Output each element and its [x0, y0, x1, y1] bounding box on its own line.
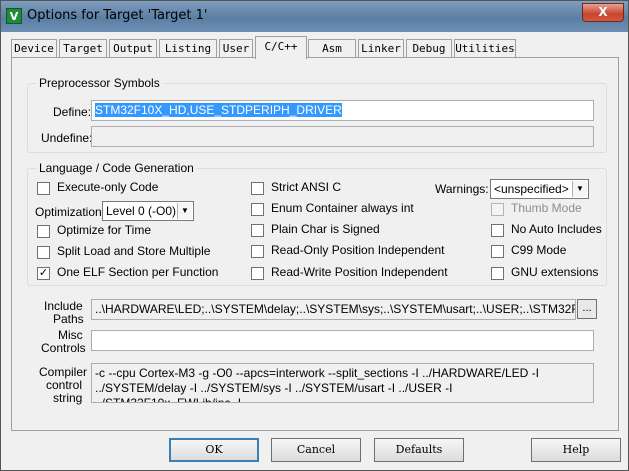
plain-char-label: Plain Char is Signed	[271, 222, 380, 236]
include-browse-button[interactable]: ...	[577, 299, 597, 319]
misc-label-line1: Misc	[58, 328, 83, 342]
define-label: Define:	[53, 105, 92, 119]
close-icon: X	[598, 5, 608, 19]
include-label-line1: Include	[44, 299, 83, 313]
optimization-value: Level 0 (-O0)	[106, 204, 177, 218]
no-auto-includes-label: No Auto Includes	[511, 222, 602, 236]
tab-target[interactable]: Target	[59, 39, 107, 58]
language-title: Language / Code Generation	[36, 161, 197, 175]
rw-position-label: Read-Write Position Independent	[271, 265, 448, 279]
warnings-select[interactable]: <unspecified> ▼	[490, 179, 589, 199]
optimize-time-checkbox[interactable]	[37, 225, 50, 238]
options-dialog: V Options for Target 'Target 1' X Device…	[0, 0, 629, 471]
cancel-button[interactable]: Cancel	[271, 438, 361, 462]
include-paths-field[interactable]: ..\HARDWARE\LED;..\SYSTEM\delay;..\SYSTE…	[91, 299, 576, 320]
undefine-label: Undefine:	[41, 131, 93, 145]
optimize-time-label: Optimize for Time	[57, 223, 152, 237]
execute-only-label: Execute-only Code	[57, 180, 159, 194]
warnings-label: Warnings:	[435, 182, 489, 196]
compiler-label-line2: control	[46, 378, 83, 392]
optimization-select[interactable]: Level 0 (-O0) ▼	[102, 201, 194, 221]
preprocessor-title: Preprocessor Symbols	[36, 76, 163, 90]
ro-position-checkbox[interactable]	[251, 245, 264, 258]
define-value: STM32F10X_HD,USE_STDPERIPH_DRIVER	[95, 103, 342, 117]
chevron-down-icon[interactable]: ▼	[177, 203, 192, 219]
thumb-mode-label: Thumb Mode	[511, 201, 582, 215]
misc-label-line2: Controls	[41, 341, 86, 355]
tab-c-cpp[interactable]: C/C++	[255, 36, 307, 59]
rw-position-checkbox[interactable]	[251, 267, 264, 280]
split-load-checkbox[interactable]	[37, 246, 50, 259]
plain-char-checkbox[interactable]	[251, 224, 264, 237]
c99-mode-checkbox[interactable]	[491, 245, 504, 258]
c99-mode-label: C99 Mode	[511, 243, 567, 257]
one-elf-checkbox[interactable]: ✓	[37, 267, 50, 280]
tab-device[interactable]: Device	[11, 39, 57, 58]
strict-ansi-checkbox[interactable]	[251, 182, 264, 195]
gnu-extensions-checkbox[interactable]	[491, 267, 504, 280]
execute-only-checkbox[interactable]	[37, 182, 50, 195]
compiler-line-1: -c --cpu Cortex-M3 -g -O0 --apcs=interwo…	[95, 366, 539, 380]
compiler-label-line1: Compiler	[39, 365, 88, 379]
misc-controls-field[interactable]	[91, 330, 594, 351]
include-label-line2: Paths	[53, 312, 84, 326]
undefine-field[interactable]	[91, 126, 594, 147]
tab-debug[interactable]: Debug	[406, 39, 452, 58]
enum-container-label: Enum Container always int	[271, 201, 414, 215]
tab-output[interactable]: Output	[109, 39, 157, 58]
ok-button[interactable]: OK	[169, 438, 259, 462]
title-bar[interactable]: V Options for Target 'Target 1' X	[1, 1, 628, 32]
enum-container-checkbox[interactable]	[251, 203, 264, 216]
help-button[interactable]: Help	[531, 438, 621, 462]
window-title: Options for Target 'Target 1'	[27, 8, 208, 23]
one-elf-label: One ELF Section per Function	[57, 265, 219, 279]
optimization-label: Optimization:	[35, 205, 106, 219]
warnings-value: <unspecified>	[494, 182, 569, 196]
compiler-line-2: ../SYSTEM/delay -I ../SYSTEM/sys -I ../S…	[95, 381, 453, 403]
tab-asm[interactable]: Asm	[308, 39, 356, 58]
close-button[interactable]: X	[582, 3, 624, 22]
gnu-extensions-label: GNU extensions	[511, 265, 599, 279]
tab-utilities[interactable]: Utilities	[454, 39, 516, 58]
chevron-down-icon[interactable]: ▼	[572, 181, 587, 197]
no-auto-includes-checkbox[interactable]	[491, 224, 504, 237]
define-field[interactable]: STM32F10X_HD,USE_STDPERIPH_DRIVER	[91, 100, 594, 121]
keil-app-icon: V	[6, 8, 22, 24]
strict-ansi-label: Strict ANSI C	[271, 180, 342, 194]
tab-listing[interactable]: Listing	[159, 39, 217, 58]
tab-linker[interactable]: Linker	[358, 39, 404, 58]
compiler-control-string[interactable]: -c --cpu Cortex-M3 -g -O0 --apcs=interwo…	[91, 363, 594, 403]
tab-user[interactable]: User	[219, 39, 253, 58]
split-load-label: Split Load and Store Multiple	[57, 244, 211, 258]
defaults-button[interactable]: Defaults	[374, 438, 464, 462]
compiler-label-line3: string	[53, 391, 83, 405]
thumb-mode-checkbox	[491, 203, 504, 216]
ro-position-label: Read-Only Position Independent	[271, 243, 445, 257]
